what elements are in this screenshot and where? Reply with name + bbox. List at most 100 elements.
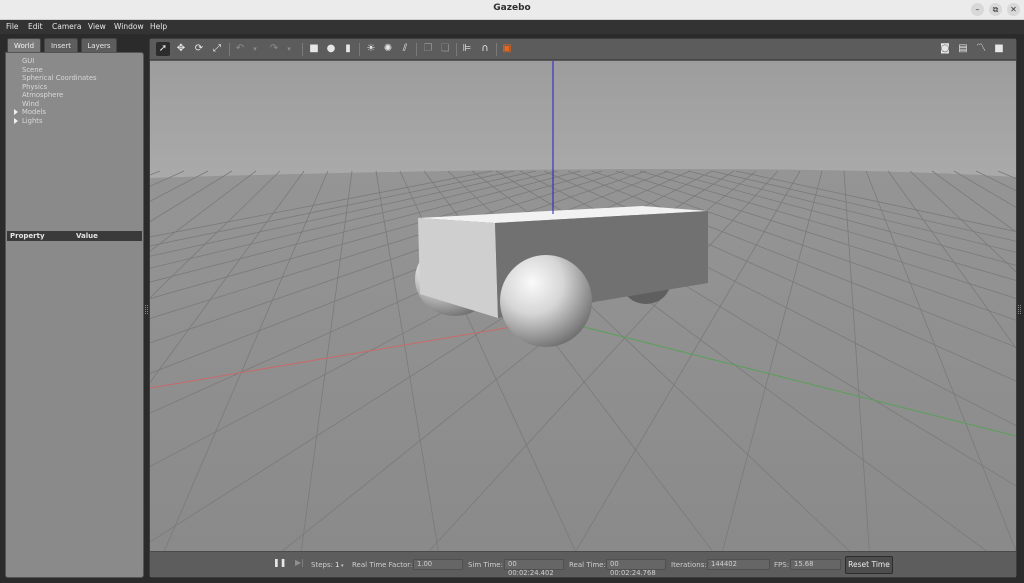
menu-edit[interactable]: Edit bbox=[28, 22, 43, 31]
redo-history-icon: ▾ bbox=[287, 44, 291, 53]
value-column-header: Value bbox=[76, 232, 98, 240]
undo-button[interactable]: ↶ bbox=[233, 42, 247, 56]
maximize-button[interactable]: ⧉ bbox=[989, 3, 1002, 16]
copy-button[interactable]: ❐ bbox=[421, 42, 435, 56]
directional-light-icon: ⫽ bbox=[402, 43, 408, 54]
directional-light-button[interactable]: ⫽ bbox=[398, 42, 412, 56]
toolbar-divider bbox=[359, 43, 360, 56]
paste-button[interactable]: ❏ bbox=[438, 42, 452, 56]
toolbar-divider bbox=[496, 43, 497, 56]
redo-button[interactable]: ↷ bbox=[267, 42, 281, 56]
screenshot-button[interactable]: ◙ bbox=[938, 42, 952, 56]
rotate-mode-icon: ⟳ bbox=[194, 43, 204, 54]
steps-spinbox[interactable]: 1 bbox=[335, 561, 339, 569]
tree-item-gui[interactable]: GUI bbox=[22, 57, 34, 65]
spot-light-icon: ✺ bbox=[383, 43, 393, 54]
menu-camera[interactable]: Camera bbox=[52, 22, 81, 31]
sphere-shape-button[interactable]: ● bbox=[324, 42, 338, 56]
real-time-label: Real Time: bbox=[569, 561, 606, 569]
real-time-factor-label: Real Time Factor: bbox=[352, 561, 413, 569]
expand-arrow-icon[interactable] bbox=[14, 117, 18, 124]
sim-time-label: Sim Time: bbox=[468, 561, 503, 569]
tab-world[interactable]: World bbox=[7, 38, 41, 52]
menu-window[interactable]: Window bbox=[114, 22, 144, 31]
title-bar: Gazebo – ⧉ ✕ bbox=[0, 0, 1024, 20]
sim-time-field: 00 00:02:24.402 bbox=[504, 559, 564, 577]
tree-item-models[interactable]: Models bbox=[22, 108, 46, 116]
step-button[interactable]: ▶| bbox=[295, 558, 304, 567]
pause-button[interactable]: ❚❚ bbox=[273, 558, 286, 567]
tree-item-scene[interactable]: Scene bbox=[22, 66, 43, 74]
snap-button[interactable]: ∩ bbox=[478, 42, 492, 56]
cylinder-shape-icon: ▮ bbox=[345, 43, 351, 54]
tree-item-spherical-coordinates[interactable]: Spherical Coordinates bbox=[22, 74, 97, 82]
front-left-wheel[interactable] bbox=[500, 255, 592, 347]
left-panel: World Insert Layers GUI Scene Spherical … bbox=[5, 38, 144, 578]
translate-mode-icon: ✥ bbox=[176, 43, 186, 54]
translate-mode-button[interactable]: ✥ bbox=[174, 42, 188, 56]
menu-help[interactable]: Help bbox=[150, 22, 167, 31]
change-view-icon: ▣ bbox=[502, 43, 512, 54]
select-mode-icon: ➚ bbox=[158, 43, 168, 54]
menu-file[interactable]: File bbox=[6, 22, 19, 31]
steps-spin-icon[interactable]: ▾ bbox=[341, 563, 344, 569]
sphere-shape-icon: ● bbox=[326, 43, 336, 54]
pause-icon: ❚❚ bbox=[273, 558, 287, 567]
plot-icon: 〽 bbox=[976, 43, 986, 54]
tree-item-atmosphere[interactable]: Atmosphere bbox=[22, 91, 63, 99]
tree-item-physics[interactable]: Physics bbox=[22, 83, 47, 91]
log-icon: ▤ bbox=[958, 43, 968, 54]
close-icon: ✕ bbox=[1010, 5, 1017, 14]
plot-button[interactable]: 〽 bbox=[974, 42, 988, 56]
fps-field: 15.68 bbox=[790, 559, 841, 570]
window-title: Gazebo bbox=[493, 3, 531, 13]
video-record-button[interactable]: ■ bbox=[992, 42, 1006, 56]
select-mode-button[interactable]: ➚ bbox=[156, 42, 170, 56]
redo-history-button[interactable]: ▾ bbox=[284, 42, 294, 56]
minimize-icon: – bbox=[975, 5, 980, 14]
expand-arrow-icon[interactable] bbox=[14, 109, 18, 115]
real-time-field: 00 00:02:24.768 bbox=[606, 559, 666, 577]
world-panel: GUI Scene Spherical Coordinates Physics … bbox=[5, 52, 144, 578]
reset-time-button[interactable]: Reset Time bbox=[845, 556, 893, 574]
tree-item-lights[interactable]: Lights bbox=[22, 117, 43, 125]
copy-icon: ❐ bbox=[423, 43, 433, 54]
property-column-header: Property bbox=[10, 232, 45, 240]
box-shape-icon: ■ bbox=[309, 43, 319, 54]
log-button[interactable]: ▤ bbox=[956, 42, 970, 56]
spot-light-button[interactable]: ✺ bbox=[381, 42, 395, 56]
sky-background bbox=[150, 61, 1016, 181]
undo-history-icon: ▾ bbox=[253, 44, 257, 53]
point-light-icon: ☀ bbox=[366, 43, 376, 54]
undo-history-button[interactable]: ▾ bbox=[250, 42, 260, 56]
steps-label: Steps: bbox=[311, 561, 333, 569]
tab-insert[interactable]: Insert bbox=[44, 38, 78, 52]
right-splitter-handle[interactable] bbox=[1018, 305, 1021, 314]
undo-icon: ↶ bbox=[235, 43, 245, 54]
scale-mode-icon: ⤢ bbox=[213, 43, 221, 54]
screenshot-icon: ◙ bbox=[940, 43, 950, 54]
close-button[interactable]: ✕ bbox=[1007, 3, 1020, 16]
video-record-icon: ■ bbox=[994, 43, 1004, 54]
3d-viewport[interactable] bbox=[150, 61, 1016, 551]
menu-view[interactable]: View bbox=[88, 22, 106, 31]
iterations-label: Iterations: bbox=[671, 561, 707, 569]
tab-layers[interactable]: Layers bbox=[81, 38, 117, 52]
align-button[interactable]: ⊫ bbox=[460, 42, 474, 56]
cylinder-shape-button[interactable]: ▮ bbox=[341, 42, 355, 56]
change-view-button[interactable]: ▣ bbox=[500, 42, 514, 56]
scale-mode-button[interactable]: ⤢ bbox=[210, 42, 224, 56]
minimize-button[interactable]: – bbox=[971, 3, 984, 16]
time-panel: ❚❚ ▶| Steps: 1 ▾ Real Time Factor: 1.00 … bbox=[150, 551, 1016, 577]
fps-label: FPS: bbox=[774, 561, 790, 569]
left-splitter-handle[interactable] bbox=[145, 305, 148, 314]
tree-item-wind[interactable]: Wind bbox=[22, 100, 39, 108]
align-icon: ⊫ bbox=[462, 43, 472, 54]
render-panel: ➚ ✥ ⟳ ⤢ ↶ ▾ ↷ ▾ ■ ● ▮ ☀ ✺ ⫽ ❐ ❏ ⊫ ∩ ▣ ◙ … bbox=[149, 38, 1017, 578]
real-time-factor-field: 1.00 bbox=[413, 559, 463, 570]
box-shape-button[interactable]: ■ bbox=[307, 42, 321, 56]
rotate-mode-button[interactable]: ⟳ bbox=[192, 42, 206, 56]
point-light-button[interactable]: ☀ bbox=[364, 42, 378, 56]
scene-canvas[interactable] bbox=[150, 61, 1016, 551]
property-table-header: Property Value bbox=[7, 231, 142, 241]
